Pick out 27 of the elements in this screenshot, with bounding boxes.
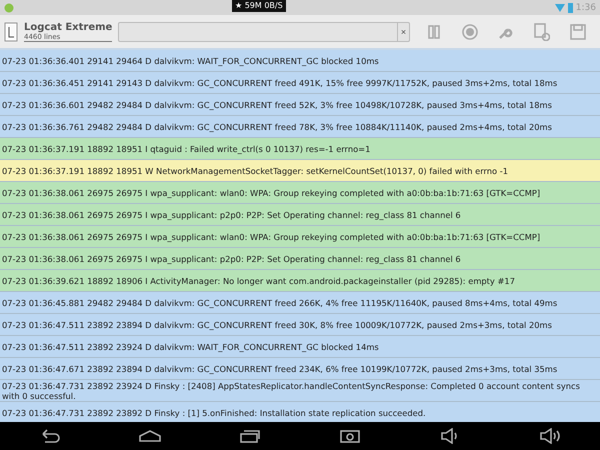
log-entry[interactable]: 07-23 01:36:37.191 18892 18951 I qtaguid : Failed write_ctrl(s 0 10137) res=-1 errno=1 [0, 138, 600, 160]
log-entry[interactable]: 07-23 01:36:36.601 29482 29484 D dalvikvm: GC_CONCURRENT freed 52K, 3% free 10498K/10728K, paused 3ms+4ms, total 18ms [0, 94, 600, 116]
log-entry[interactable]: 07-23 01:36:36.451 29141 29143 D dalvikvm: GC_CONCURRENT freed 491K, 15% free 9997K/11752K, paused 3ms+2ms, total 18ms [0, 72, 600, 94]
volume-up-button[interactable] [537, 426, 563, 446]
log-entry[interactable]: 07-23 01:36:47.731 23892 23892 D Finsky : [1] 5.onFinished: Installation state replication succeeded. [0, 402, 600, 422]
log-entry[interactable]: 07-23 01:36:36.401 29141 29464 D dalvikvm: WAIT_FOR_CONCURRENT_GC blocked 10ms [0, 50, 600, 72]
wifi-icon [554, 4, 565, 12]
document-icon [4, 22, 18, 42]
app-title: Logcat Extreme [24, 22, 112, 32]
log-entry[interactable]: 07-23 01:36:47.511 23892 23894 D dalvikvm: GC_CONCURRENT freed 30K, 8% free 10009K/10772K, paused 2ms+3ms, total 20ms [0, 314, 600, 336]
log-entry[interactable]: 07-23 01:36:38.061 26975 26975 I wpa_supplicant: p2p0: P2P: Set Operating channel: reg_class 81 channel 6 [0, 204, 600, 226]
pause-icon [427, 24, 441, 38]
log-entry[interactable]: 07-23 01:36:47.731 23892 23924 D Finsky : [2408] AppStatesReplicator.handleContentSyncResponse: Completed 0 account content syncs with 0 successful. [0, 380, 600, 402]
log-entry[interactable]: 07-23 01:36:38.061 26975 26975 I wpa_supplicant: p2p0: P2P: Set Operating channel: reg_class 81 channel 6 [0, 248, 600, 270]
log-entry[interactable]: 07-23 01:36:37.191 18892 18951 W NetworkManagementSocketTagger: setKernelCountSet(10137, 0) failed with errno -1 [0, 160, 600, 182]
log-entry[interactable]: 07-23 01:36:47.671 23892 23894 D dalvikvm: GC_CONCURRENT freed 234K, 6% free 10199K/10772K, paused 2ms+3ms, total 35ms [0, 358, 600, 380]
clock: 1:36 [576, 2, 596, 12]
clear-button[interactable]: × [397, 22, 409, 40]
log-entry[interactable]: 07-23 01:36:45.881 29482 29484 D dalvikvm: GC_CONCURRENT freed 266K, 4% free 11195K/11640K, paused 8ms+4ms, total 49ms [0, 292, 600, 314]
filter-field[interactable]: × [118, 22, 410, 42]
log-entry[interactable]: 07-23 01:36:38.061 26975 26975 I wpa_supplicant: wlan0: WPA: Group rekeying completed with a0:0b:ba:1b:71:63 [GTK=CCMP] [0, 226, 600, 248]
network-speed-badge: ★ 59M 0B/S [232, 0, 286, 12]
log-entry[interactable]: 07-23 01:36:36.761 29482 29484 D dalvikvm: GC_CONCURRENT freed 78K, 3% free 10884K/11140K, paused 2ms+4ms, total 20ms [0, 116, 600, 138]
log-entry[interactable]: 07-23 01:36:39.621 18892 18906 I ActivityManager: No longer want com.android.packageinstaller (pid 29285): empty #17 [0, 270, 600, 292]
log-entry[interactable]: 07-23 01:36:38.061 26975 26975 I wpa_supplicant: wlan0: WPA: Group rekeying completed with a0:0b:ba:1b:71:63 [GTK=CCMP] [0, 182, 600, 204]
battery-icon [568, 2, 573, 12]
log-entry[interactable]: 07-23 01:36:47.511 23892 23924 D dalvikvm: WAIT_FOR_CONCURRENT_GC blocked 14ms [0, 336, 600, 358]
